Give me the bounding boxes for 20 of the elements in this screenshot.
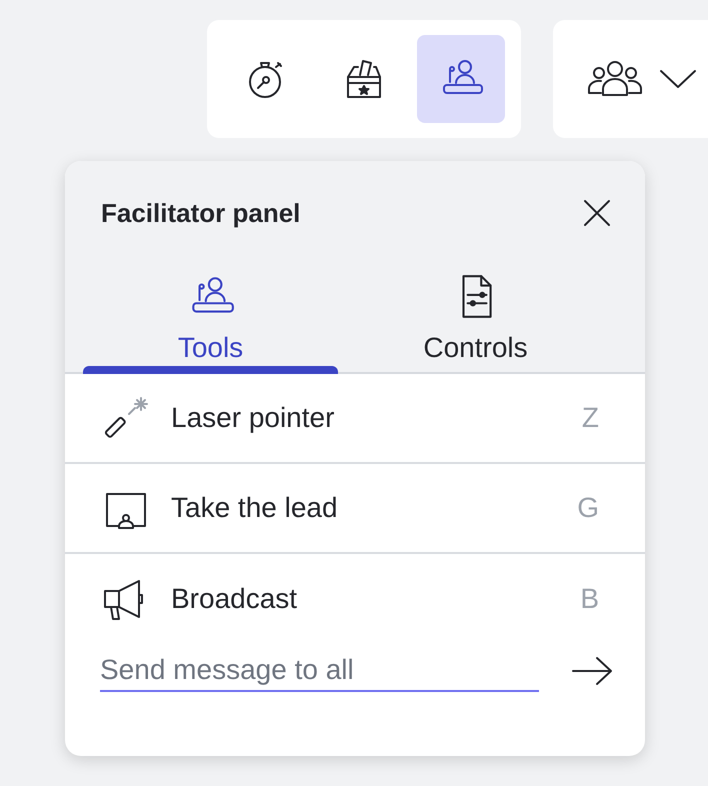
panel-title: Facilitator panel [101,198,300,228]
tool-label: Broadcast [171,583,298,615]
people-menu-button[interactable] [587,59,697,99]
tool-row[interactable]: Take the lead G [65,464,645,554]
tool-label: Take the lead [171,492,339,524]
close-icon [581,197,613,229]
tab[interactable]: Controls [338,251,613,372]
close-button[interactable] [581,197,613,229]
message-field[interactable]: Send message to all [100,650,539,692]
tool-label: Laser pointer [171,402,336,434]
shortcut-key: G [577,492,599,524]
shortcut-key: Z [582,402,599,434]
group-icon [587,59,643,99]
arrow-right-icon [571,656,613,686]
tool-row[interactable]: Broadcast B [65,554,645,644]
shortcut-key: B [580,583,599,615]
send-button[interactable] [571,656,613,686]
tool-row[interactable]: Laser pointer Z [65,374,645,464]
tab[interactable]: Tools [83,251,338,372]
chevron-down-icon [659,69,697,89]
